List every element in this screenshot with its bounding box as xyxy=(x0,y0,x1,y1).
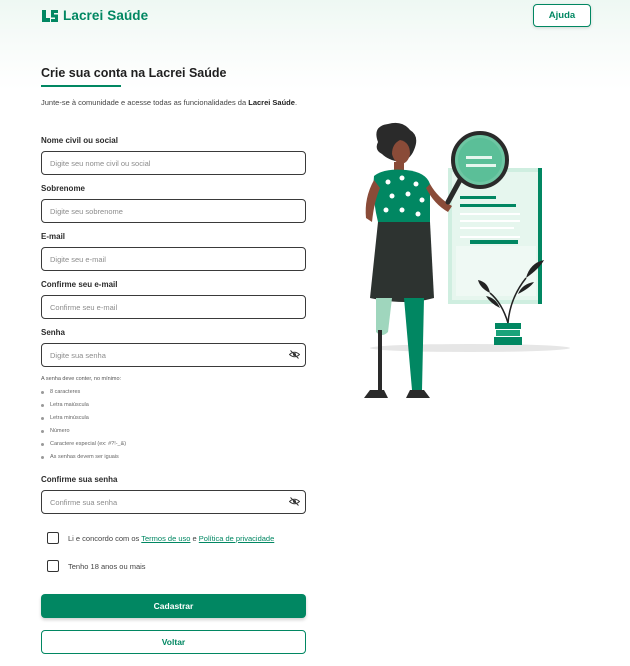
password-input[interactable] xyxy=(41,343,306,367)
submit-button[interactable]: Cadastrar xyxy=(41,594,306,618)
intro-text: Junte-se à comunidade e acesse todas as … xyxy=(41,98,298,107)
lacrei-logo-icon xyxy=(42,9,58,22)
help-button[interactable]: Ajuda xyxy=(533,4,591,27)
name-label: Nome civil ou social xyxy=(41,136,118,145)
password-rule-item: Letra minúscula xyxy=(41,415,89,421)
surname-label: Sobrenome xyxy=(41,184,86,193)
password-rule-item: Caractere especial (ex: #?!-_&) xyxy=(41,441,126,447)
password-confirm-input[interactable] xyxy=(41,490,306,514)
email-confirm-input[interactable] xyxy=(41,295,306,319)
name-input[interactable] xyxy=(41,151,306,175)
password-rule-item: 8 caracteres xyxy=(41,389,80,395)
terms-text: Li e concordo com os Termos de uso e Pol… xyxy=(68,533,275,543)
age-row: Tenho 18 anos ou mais xyxy=(47,560,146,572)
person-magnifier-illustration xyxy=(364,122,570,398)
person xyxy=(364,122,452,398)
document-panel xyxy=(448,168,542,304)
brand-name: Lacrei Saúde xyxy=(63,8,149,23)
email-confirm-label: Confirme seu e-mail xyxy=(41,280,118,289)
eye-slash-icon[interactable] xyxy=(289,497,300,506)
title-underline xyxy=(41,85,121,87)
terms-checkbox[interactable] xyxy=(47,532,59,544)
surname-input[interactable] xyxy=(41,199,306,223)
password-confirm-label: Confirme sua senha xyxy=(41,475,118,484)
age-label: Tenho 18 anos ou mais xyxy=(68,561,146,571)
password-rules-title: A senha deve conter, no mínimo: xyxy=(41,376,122,382)
terms-row: Li e concordo com os Termos de uso e Pol… xyxy=(47,532,274,544)
privacy-link[interactable]: Política de privacidade xyxy=(199,534,274,543)
email-input[interactable] xyxy=(41,247,306,271)
password-label: Senha xyxy=(41,328,66,337)
password-rule-item: Número xyxy=(41,428,70,434)
password-rule-item: As senhas devem ser iguais xyxy=(41,454,119,460)
top-header: Lacrei Saúde Ajuda xyxy=(0,0,630,34)
password-rule-item: Letra maiúscula xyxy=(41,402,89,408)
eye-slash-icon[interactable] xyxy=(289,350,300,359)
back-button[interactable]: Voltar xyxy=(41,630,306,654)
brand-logo[interactable]: Lacrei Saúde xyxy=(41,8,148,23)
age-checkbox[interactable] xyxy=(47,560,59,572)
page-title: Crie sua conta na Lacrei Saúde xyxy=(41,66,227,80)
email-label: E-mail xyxy=(41,232,66,241)
terms-link[interactable]: Termos de uso xyxy=(141,534,190,543)
